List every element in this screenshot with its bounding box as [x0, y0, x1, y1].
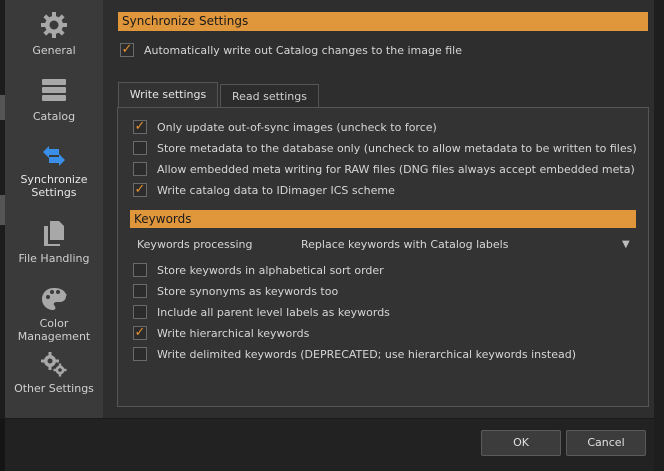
- sidebar-item-other-settings[interactable]: Other Settings: [5, 350, 103, 395]
- tab-read-settings[interactable]: Read settings: [220, 84, 319, 107]
- sidebar-item-label: Other Settings: [14, 382, 94, 395]
- sidebar-item-color-management[interactable]: Color Management: [5, 285, 103, 343]
- option-checkbox[interactable]: [133, 162, 147, 176]
- option-label: Store synonyms as keywords too: [157, 284, 339, 298]
- auto-write-checkbox[interactable]: ✓: [120, 43, 134, 57]
- check-icon: ✓: [134, 182, 146, 197]
- sidebar-item-synchronize-settings[interactable]: Synchronize Settings: [5, 143, 103, 199]
- option-label: Allow embedded meta writing for RAW file…: [157, 162, 635, 176]
- option-checkbox[interactable]: ✓: [133, 120, 147, 134]
- section-title: Synchronize Settings: [118, 12, 648, 31]
- check-icon: ✓: [134, 119, 146, 134]
- list-item[interactable]: ✓ Write catalog data to IDimager ICS sch…: [133, 182, 395, 198]
- list-item[interactable]: ✓ Only update out-of-sync images (unchec…: [133, 119, 437, 135]
- palette-icon: [42, 288, 67, 310]
- settings-sidebar: General Catalog Synchronize Settings Fil…: [5, 0, 103, 418]
- sync-arrows-icon: [43, 146, 65, 166]
- sidebar-item-label: Color Management: [17, 317, 91, 343]
- list-item[interactable]: Store metadata to the database only (unc…: [133, 140, 637, 156]
- option-checkbox[interactable]: [133, 263, 147, 277]
- auto-write-option[interactable]: ✓ Automatically write out Catalog change…: [120, 42, 462, 58]
- option-checkbox[interactable]: ✓: [133, 183, 147, 197]
- option-label: Store metadata to the database only (unc…: [157, 141, 637, 155]
- option-label: Store keywords in alphabetical sort orde…: [157, 263, 384, 277]
- footer-edge: [0, 419, 5, 471]
- option-label: Only update out-of-sync images (uncheck …: [157, 120, 437, 134]
- list-item[interactable]: Store synonyms as keywords too: [133, 283, 338, 299]
- check-icon: ✓: [121, 42, 133, 57]
- write-settings-panel: ✓ Only update out-of-sync images (unchec…: [117, 107, 649, 407]
- keywords-processing-select[interactable]: Replace keywords with Catalog labels: [301, 238, 508, 251]
- option-checkbox[interactable]: [133, 347, 147, 361]
- sidebar-item-label: General: [32, 44, 76, 57]
- option-label: Write catalog data to IDimager ICS schem…: [157, 183, 395, 197]
- auto-write-label: Automatically write out Catalog changes …: [144, 43, 462, 57]
- files-icon: [44, 221, 64, 246]
- sidebar-item-general[interactable]: General: [5, 10, 103, 57]
- option-label: Include all parent level labels as keywo…: [157, 305, 390, 319]
- sidebar-item-label: File Handling: [18, 252, 90, 265]
- tab-write-settings[interactable]: Write settings: [118, 82, 218, 107]
- check-icon: ✓: [134, 325, 146, 340]
- settings-content: Synchronize Settings ✓ Automatically wri…: [103, 0, 654, 418]
- dialog-footer: OK Cancel: [0, 418, 654, 471]
- list-item[interactable]: ✓ Write hierarchical keywords: [133, 325, 309, 341]
- sidebar-item-label: Catalog: [32, 110, 76, 123]
- option-checkbox[interactable]: [133, 141, 147, 155]
- option-checkbox[interactable]: [133, 305, 147, 319]
- keywords-section-title: Keywords: [130, 210, 636, 228]
- database-icon: [42, 79, 66, 101]
- ok-button[interactable]: OK: [481, 430, 561, 456]
- chevron-down-icon[interactable]: ▼: [622, 239, 630, 250]
- option-checkbox[interactable]: [133, 284, 147, 298]
- sidebar-item-file-handling[interactable]: File Handling: [5, 218, 103, 265]
- window-edge-right: [654, 0, 664, 471]
- option-label: Write delimited keywords (DEPRECATED; us…: [157, 347, 576, 361]
- gear-icon: [41, 12, 67, 38]
- sidebar-item-catalog[interactable]: Catalog: [5, 76, 103, 123]
- option-label: Write hierarchical keywords: [157, 326, 310, 340]
- cancel-button[interactable]: Cancel: [566, 430, 646, 456]
- list-item[interactable]: Write delimited keywords (DEPRECATED; us…: [133, 346, 576, 362]
- list-item[interactable]: Store keywords in alphabetical sort orde…: [133, 262, 384, 278]
- option-checkbox[interactable]: ✓: [133, 326, 147, 340]
- keywords-processing-label: Keywords processing: [137, 238, 253, 251]
- list-item[interactable]: Include all parent level labels as keywo…: [133, 304, 390, 320]
- gears-icon: [41, 352, 67, 377]
- sidebar-item-label: Synchronize Settings: [20, 173, 88, 199]
- list-item[interactable]: Allow embedded meta writing for RAW file…: [133, 161, 635, 177]
